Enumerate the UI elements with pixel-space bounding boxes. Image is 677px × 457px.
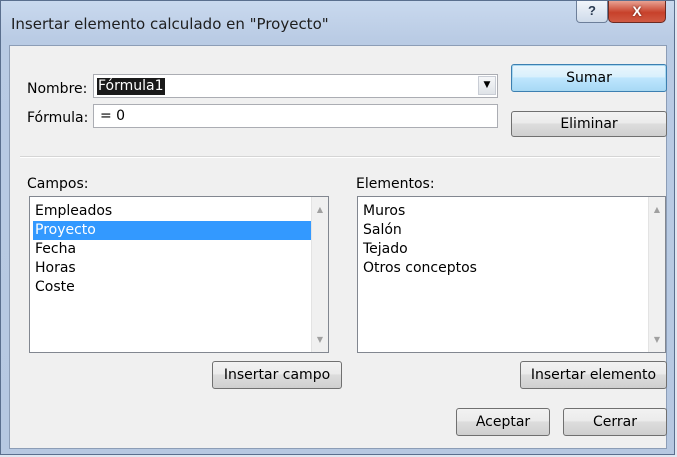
name-label-text: Nombre: — [27, 81, 88, 97]
title-bar: Insertar elemento calculado en "Proyecto… — [1, 1, 674, 45]
list-item[interactable]: Otros conceptos — [361, 259, 477, 278]
list-item[interactable]: Salón — [361, 221, 402, 240]
arrow-down-icon[interactable]: ▼ — [312, 331, 328, 348]
chevron-down-icon: ▼ — [483, 80, 491, 90]
list-item[interactable]: Muros — [361, 202, 405, 221]
elements-label-text: Elementos: — [356, 176, 435, 192]
elements-scrollbar[interactable]: ▲ ▼ — [648, 197, 665, 352]
list-item[interactable]: Coste — [33, 278, 75, 297]
name-combobox[interactable]: Fórmula1 ▼ — [93, 74, 498, 98]
fields-listbox[interactable]: Empleados Proyecto Fecha Horas Coste ▲ ▼ — [29, 196, 329, 353]
dialog-body: Nombre: Fórmula1 ▼ Fórmula: = 0 Sumar El… — [9, 45, 667, 449]
elements-listbox[interactable]: Muros Salón Tejado Otros conceptos ▲ ▼ — [357, 196, 666, 353]
cancel-button-label: Cerrar — [593, 414, 637, 430]
ok-button-label: Aceptar — [475, 414, 531, 430]
dialog-window: Insertar elemento calculado en "Proyecto… — [0, 0, 675, 455]
formula-input[interactable]: = 0 — [93, 104, 498, 128]
close-icon: X — [632, 3, 642, 19]
fields-label: Campos: — [27, 176, 88, 192]
add-button-label: Sumar — [566, 70, 612, 86]
delete-button[interactable]: Eliminar — [511, 111, 667, 137]
delete-button-label: Eliminar — [560, 116, 618, 132]
separator — [20, 156, 660, 158]
close-button[interactable]: X — [608, 1, 666, 23]
fields-label-text: Campos: — [27, 176, 89, 192]
formula-label-text: Fórmula: — [27, 110, 89, 126]
formula-label: Fórmula: — [27, 110, 88, 126]
name-value: Fórmula1 — [97, 78, 165, 95]
help-icon: ? — [588, 3, 596, 18]
arrow-up-icon[interactable]: ▲ — [312, 201, 328, 218]
name-label: Nombre: — [27, 81, 87, 97]
arrow-down-icon[interactable]: ▼ — [649, 331, 665, 348]
formula-value: = 0 — [100, 108, 126, 124]
list-item[interactable]: Tejado — [361, 240, 408, 259]
insert-item-button[interactable]: Insertar elemento — [520, 361, 667, 389]
insert-field-button[interactable]: Insertar campo — [212, 361, 342, 389]
list-item[interactable]: Fecha — [33, 240, 76, 259]
add-button[interactable]: Sumar — [511, 64, 667, 92]
dropdown-button[interactable]: ▼ — [478, 76, 496, 95]
list-item[interactable]: Empleados — [33, 202, 112, 221]
list-item[interactable]: Horas — [33, 259, 76, 278]
cancel-button[interactable]: Cerrar — [563, 408, 667, 436]
help-button[interactable]: ? — [576, 1, 608, 23]
fields-scrollbar[interactable]: ▲ ▼ — [311, 197, 328, 352]
arrow-up-icon[interactable]: ▲ — [649, 201, 665, 218]
list-item-selected[interactable]: Proyecto — [33, 221, 312, 240]
window-title: Insertar elemento calculado en "Proyecto… — [11, 15, 329, 33]
ok-button[interactable]: Aceptar — [456, 408, 550, 436]
insert-field-label: Insertar campo — [223, 367, 331, 383]
elements-label: Elementos: — [356, 176, 435, 192]
insert-item-label: Insertar elemento — [530, 367, 657, 383]
